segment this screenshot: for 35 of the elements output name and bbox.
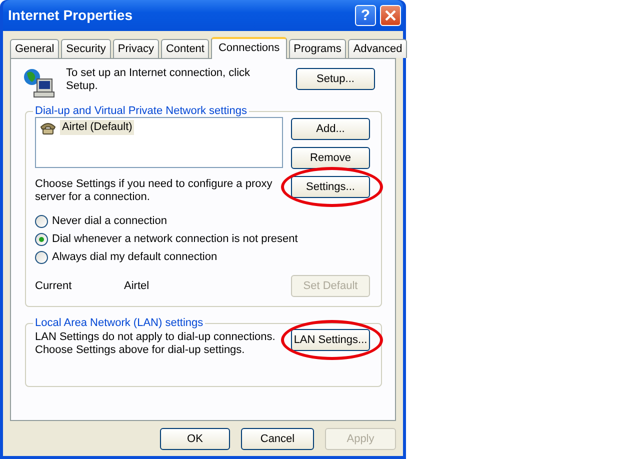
- radio-label: Dial whenever a network connection is not present: [52, 233, 298, 246]
- close-icon: [384, 9, 397, 22]
- tab[interactable]: Security: [61, 39, 111, 58]
- proxy-instructions: Choose Settings if you need to configure a proxy server for a connection.: [35, 178, 274, 204]
- connection-list[interactable]: Airtel (Default): [35, 117, 283, 168]
- tab[interactable]: Advanced: [348, 39, 408, 58]
- radio-button[interactable]: [35, 251, 48, 264]
- remove-button[interactable]: Remove: [291, 147, 370, 169]
- add-button[interactable]: Add...: [291, 118, 370, 140]
- group-title: Local Area Network (LAN) settings: [34, 317, 204, 330]
- tab[interactable]: Connections: [211, 37, 287, 59]
- help-button[interactable]: ?: [355, 5, 376, 26]
- current-label: Current: [35, 278, 73, 294]
- setup-instructions: To set up an Internet connection, click Setup.: [66, 67, 252, 93]
- tab[interactable]: Content: [160, 39, 210, 58]
- close-button[interactable]: [380, 5, 401, 26]
- tab[interactable]: Programs: [288, 39, 346, 58]
- window-title: Internet Properties: [8, 6, 134, 25]
- lan-settings-button[interactable]: LAN Settings...: [291, 329, 370, 351]
- tab[interactable]: Privacy: [112, 39, 159, 58]
- settings-button[interactable]: Settings...: [291, 176, 370, 198]
- phone-icon: [40, 120, 56, 134]
- setup-button[interactable]: Setup...: [296, 68, 375, 90]
- radio-button[interactable]: [35, 215, 48, 228]
- current-connection: Airtel: [124, 278, 150, 294]
- list-item[interactable]: Airtel (Default): [60, 120, 134, 135]
- radio-button[interactable]: [35, 233, 48, 246]
- tab[interactable]: General: [10, 39, 60, 58]
- ok-button[interactable]: OK: [160, 428, 230, 450]
- radio-label: Never dial a connection: [52, 215, 167, 228]
- cancel-button[interactable]: Cancel: [241, 428, 314, 450]
- radio-label: Always dial my default connection: [52, 251, 218, 264]
- lan-instructions: LAN Settings do not apply to dial-up connections. Choose Settings above for dial-up settings.: [35, 331, 276, 357]
- network-computer-icon: [23, 68, 57, 99]
- group-title: Dial-up and Virtual Private Network settings: [34, 105, 248, 118]
